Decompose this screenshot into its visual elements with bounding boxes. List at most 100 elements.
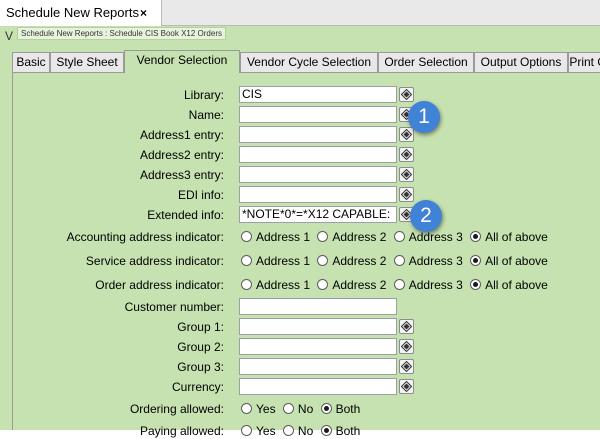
ordering-allowed-radio-group: Yes No Both [241, 401, 364, 417]
service-all-option[interactable]: All of above [470, 254, 548, 268]
vendor-selection-panel: Library: CIS Name: Address1 entry: Addre… [12, 72, 600, 438]
lookup-diamond-icon[interactable] [399, 359, 414, 374]
option-label: Address 2 [332, 254, 387, 268]
lookup-diamond-icon[interactable] [399, 319, 414, 334]
ordering-no-option[interactable]: No [282, 402, 313, 416]
extended-info-input[interactable]: *NOTE*0*=*X12 CAPABLE: [239, 206, 397, 223]
tab-basic[interactable]: Basic [12, 52, 50, 72]
order-all-option[interactable]: All of above [470, 278, 548, 292]
option-label: Address 1 [256, 254, 311, 268]
option-label: Both [335, 402, 361, 416]
breadcrumb: Schedule New Reports : Schedule CIS Book… [17, 27, 226, 40]
radio-button[interactable] [317, 279, 329, 290]
name-label: Name: [188, 108, 224, 122]
radio-button[interactable] [317, 231, 329, 242]
library-input[interactable]: CIS [239, 86, 397, 103]
radio-button[interactable] [317, 255, 329, 266]
radio-button-selected[interactable] [320, 425, 332, 436]
lookup-diamond-icon[interactable] [399, 87, 414, 102]
option-label: Address 3 [408, 230, 463, 244]
paying-yes-option[interactable]: Yes [241, 424, 276, 438]
service-indicator-label: Service address indicator: [85, 254, 224, 268]
radio-button[interactable] [241, 255, 252, 266]
customer-number-label: Customer number: [124, 300, 224, 314]
radio-button-selected[interactable] [470, 231, 482, 242]
option-label: Both [335, 424, 361, 438]
radio-button-selected[interactable] [470, 255, 482, 266]
group2-input[interactable] [239, 338, 397, 355]
order-address3-option[interactable]: Address 3 [393, 278, 463, 292]
lookup-diamond-icon[interactable] [399, 379, 414, 394]
lookup-diamond-icon[interactable] [399, 127, 414, 142]
option-label: Address 1 [256, 278, 311, 292]
callout-badge-1: 1 [408, 101, 440, 133]
radio-button[interactable] [393, 231, 405, 242]
radio-button[interactable] [241, 403, 252, 414]
paying-no-option[interactable]: No [282, 424, 314, 438]
ordering-allowed-label: Ordering allowed: [129, 402, 224, 416]
doc-tab-schedule-new-reports[interactable]: Schedule New Reports × [0, 0, 162, 26]
group2-label: Group 2: [177, 340, 224, 354]
paying-allowed-label: Paying allowed: [139, 424, 224, 438]
lookup-diamond-icon[interactable] [399, 187, 414, 202]
doc-tab-title: Schedule New Reports [6, 5, 139, 20]
radio-button-selected[interactable] [320, 403, 332, 414]
edi-info-input[interactable] [239, 186, 397, 203]
crumb-initial: V [5, 29, 14, 43]
library-label: Library: [183, 88, 224, 102]
paying-both-option[interactable]: Both [320, 424, 361, 438]
option-label: All of above [485, 254, 548, 268]
radio-button[interactable] [393, 255, 405, 266]
radio-button[interactable] [241, 231, 252, 242]
address3-label: Address3 entry: [139, 168, 224, 182]
radio-button[interactable] [393, 279, 405, 290]
radio-button-selected[interactable] [470, 279, 482, 290]
address2-label: Address2 entry: [139, 148, 224, 162]
lookup-diamond-icon[interactable] [399, 167, 414, 182]
service-address2-option[interactable]: Address 2 [317, 254, 386, 268]
accounting-indicator-label: Accounting address indicator: [66, 230, 224, 244]
order-address1-option[interactable]: Address 1 [241, 278, 310, 292]
tab-vendor-cycle-selection[interactable]: Vendor Cycle Selection [240, 52, 378, 72]
name-input[interactable] [239, 106, 397, 123]
option-label: No [297, 424, 314, 438]
tab-output-options[interactable]: Output Options [474, 52, 568, 72]
lookup-diamond-icon[interactable] [399, 339, 414, 354]
accounting-address2-option[interactable]: Address 2 [317, 230, 386, 244]
paying-allowed-radio-group: Yes No Both [241, 423, 364, 439]
document-tab-strip: Schedule New Reports × [0, 0, 600, 26]
address1-input[interactable] [239, 126, 397, 143]
ordering-both-option[interactable]: Both [320, 402, 361, 416]
tab-print-options[interactable]: Print O [568, 52, 600, 72]
accounting-all-option[interactable]: All of above [470, 230, 548, 244]
option-label: Yes [256, 402, 276, 416]
service-address1-option[interactable]: Address 1 [241, 254, 310, 268]
ordering-yes-option[interactable]: Yes [241, 402, 276, 416]
address3-input[interactable] [239, 166, 397, 183]
radio-button[interactable] [241, 279, 252, 290]
group1-input[interactable] [239, 318, 397, 335]
order-address2-option[interactable]: Address 2 [317, 278, 386, 292]
option-label: Yes [256, 424, 276, 438]
address2-input[interactable] [239, 146, 397, 163]
group1-label: Group 1: [177, 320, 224, 334]
lookup-diamond-icon[interactable] [399, 147, 414, 162]
tab-style-sheet[interactable]: Style Sheet [50, 52, 124, 72]
service-indicator-radio-group: Address 1 Address 2 Address 3 All of abo… [241, 253, 552, 269]
radio-button[interactable] [282, 425, 294, 436]
address1-label: Address1 entry: [139, 128, 224, 142]
accounting-address1-option[interactable]: Address 1 [241, 230, 310, 244]
tab-order-selection[interactable]: Order Selection [378, 52, 474, 72]
order-indicator-label: Order address indicator: [95, 278, 224, 292]
radio-button[interactable] [282, 403, 294, 414]
tab-vendor-selection[interactable]: Vendor Selection [124, 50, 240, 73]
currency-input[interactable] [239, 378, 397, 395]
customer-number-input[interactable] [239, 298, 397, 315]
service-address3-option[interactable]: Address 3 [393, 254, 463, 268]
close-icon[interactable]: × [140, 0, 147, 26]
accounting-address3-option[interactable]: Address 3 [393, 230, 463, 244]
callout-badge-2: 2 [410, 200, 442, 232]
radio-button[interactable] [241, 425, 252, 436]
group3-label: Group 3: [177, 360, 224, 374]
group3-input[interactable] [239, 358, 397, 375]
